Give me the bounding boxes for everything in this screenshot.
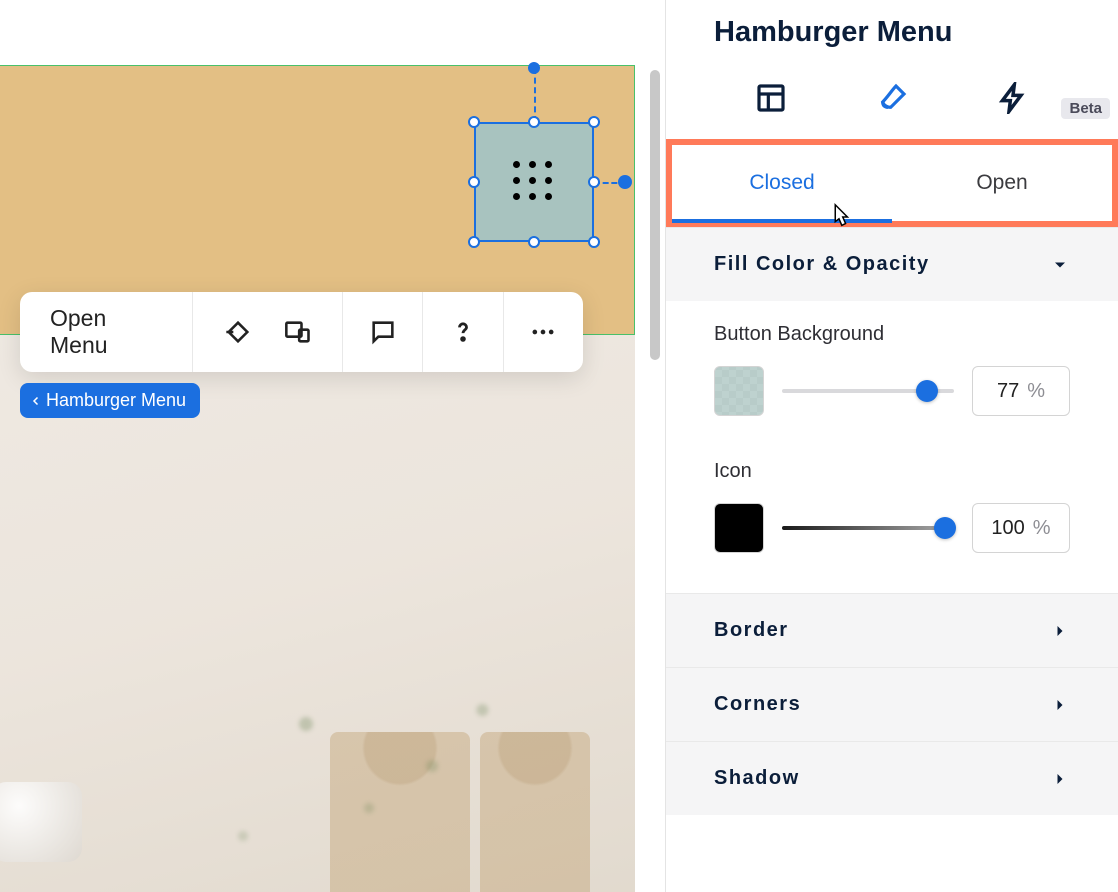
- responsive-icon[interactable]: [284, 318, 312, 346]
- breadcrumb-label: Hamburger Menu: [46, 390, 186, 411]
- panel-title: Hamburger Menu: [666, 0, 1118, 59]
- field-label-icon: Icon: [714, 460, 1070, 483]
- decor-basket: [480, 732, 590, 892]
- help-icon[interactable]: [449, 318, 477, 346]
- chevron-left-icon: [30, 395, 42, 407]
- color-swatch-button-bg[interactable]: [714, 366, 764, 416]
- decor-pillow: [0, 782, 82, 862]
- opacity-value: 100: [991, 517, 1024, 540]
- slider-thumb[interactable]: [916, 380, 938, 402]
- comment-icon[interactable]: [369, 318, 397, 346]
- chevron-right-icon: [1050, 695, 1070, 715]
- chevron-down-icon: [1050, 255, 1070, 275]
- section-label: Shadow: [714, 767, 800, 790]
- chevron-right-icon: [1050, 621, 1070, 641]
- extend-handle[interactable]: [618, 175, 632, 189]
- fill-opacity-body: Button Background 77 % Icon 100 %: [666, 301, 1118, 593]
- editor-canvas[interactable]: Open Menu Hamburger Menu: [0, 0, 665, 892]
- rotation-guide: [534, 68, 536, 122]
- open-menu-button[interactable]: Open Menu: [20, 292, 192, 372]
- section-border[interactable]: Border: [666, 593, 1118, 667]
- canvas-scrollbar[interactable]: [650, 70, 660, 360]
- section-shadow[interactable]: Shadow: [666, 741, 1118, 815]
- slider-thumb[interactable]: [934, 517, 956, 539]
- opacity-slider-button-bg[interactable]: [782, 389, 954, 393]
- section-fill-opacity[interactable]: Fill Color & Opacity: [666, 227, 1118, 301]
- tab-closed[interactable]: Closed: [672, 145, 892, 221]
- color-swatch-icon[interactable]: [714, 503, 764, 553]
- opacity-value: 77: [997, 380, 1019, 403]
- resize-handle[interactable]: [468, 116, 480, 128]
- resize-handle[interactable]: [588, 116, 600, 128]
- selected-element[interactable]: [474, 122, 594, 242]
- resize-handle[interactable]: [468, 236, 480, 248]
- beta-badge: Beta: [1061, 98, 1110, 119]
- field-label-button-bg: Button Background: [714, 323, 1070, 346]
- resize-handle[interactable]: [528, 116, 540, 128]
- brush-icon: [876, 82, 908, 114]
- rotation-handle[interactable]: [528, 62, 540, 74]
- opacity-input-button-bg[interactable]: 77 %: [972, 366, 1070, 416]
- section-corners[interactable]: Corners: [666, 667, 1118, 741]
- opacity-slider-icon[interactable]: [782, 526, 954, 530]
- animation-icon[interactable]: [224, 318, 252, 346]
- opacity-unit: %: [1033, 517, 1051, 540]
- more-icon[interactable]: [529, 318, 557, 346]
- resize-handle[interactable]: [588, 236, 600, 248]
- layout-icon: [755, 82, 787, 114]
- tab-design[interactable]: [875, 81, 909, 115]
- design-panel: Hamburger Menu Beta Closed Open Fill Col…: [665, 0, 1118, 892]
- state-tabs-highlight: Closed Open: [666, 139, 1118, 227]
- section-label: Border: [714, 619, 789, 642]
- resize-handle[interactable]: [468, 176, 480, 188]
- resize-handle[interactable]: [588, 176, 600, 188]
- section-label: Corners: [714, 693, 801, 716]
- hamburger-button-preview[interactable]: [474, 122, 594, 242]
- lightning-icon: [997, 82, 1029, 114]
- grid-icon: [513, 161, 555, 203]
- tab-layout[interactable]: [754, 81, 788, 115]
- decor-basket: [330, 732, 470, 892]
- element-toolbar: Open Menu: [20, 292, 583, 372]
- tab-open[interactable]: Open: [892, 145, 1112, 221]
- resize-handle[interactable]: [528, 236, 540, 248]
- section-label: Fill Color & Opacity: [714, 253, 930, 276]
- breadcrumb[interactable]: Hamburger Menu: [20, 383, 200, 418]
- opacity-unit: %: [1027, 380, 1045, 403]
- tab-interactions[interactable]: [996, 81, 1030, 115]
- panel-mode-tabs: [666, 59, 1118, 137]
- opacity-input-icon[interactable]: 100 %: [972, 503, 1070, 553]
- chevron-right-icon: [1050, 769, 1070, 789]
